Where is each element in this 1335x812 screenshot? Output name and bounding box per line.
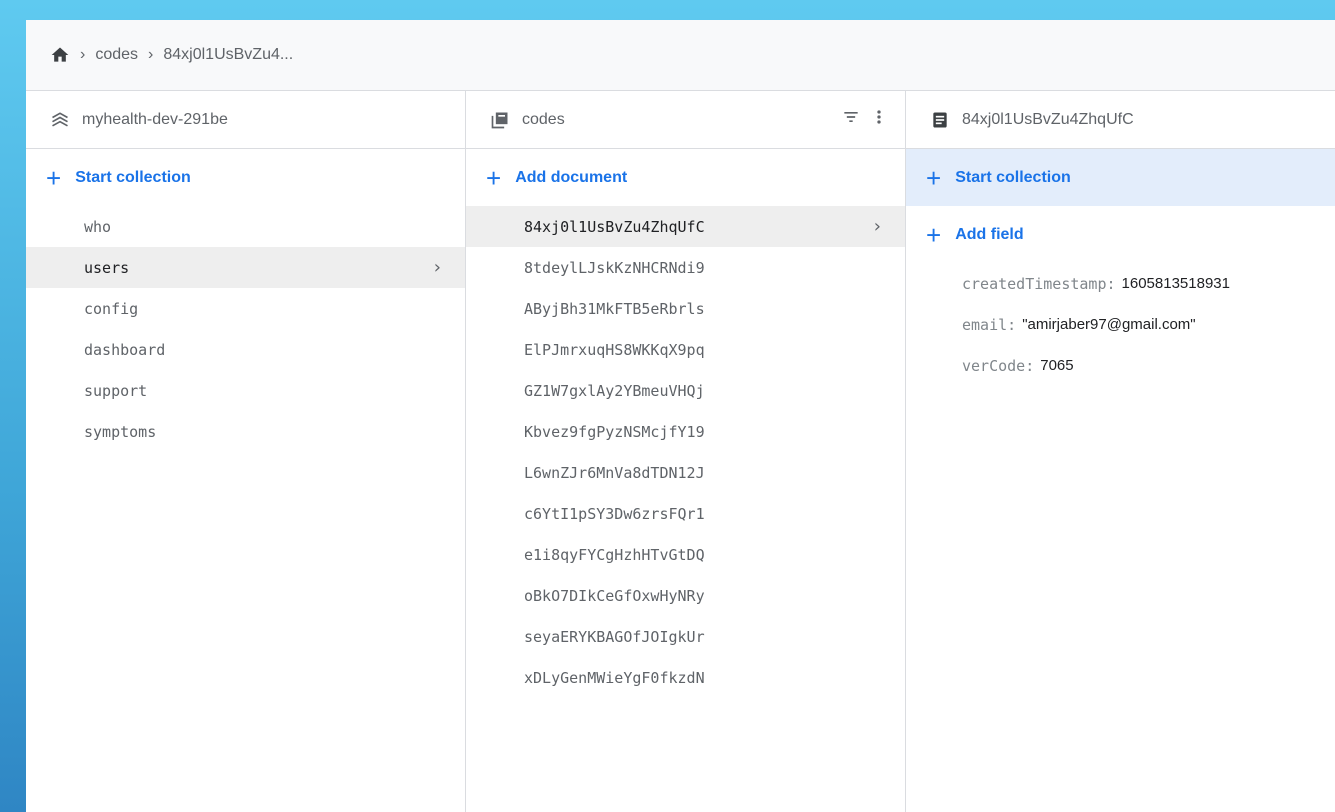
document-item[interactable]: Kbvez9fgPyzNSMcjfY19 <box>466 411 905 452</box>
more-vert-icon[interactable] <box>875 107 883 132</box>
collections-list: who users › config dashboard support sym… <box>26 206 465 452</box>
collection-name: codes <box>522 110 565 128</box>
document-item[interactable]: AByjBh31MkFTB5eRbrls <box>466 288 905 329</box>
plus-icon: + <box>486 162 502 193</box>
project-name: myhealth-dev-291be <box>82 110 228 128</box>
plus-icon: + <box>926 162 942 193</box>
field-value: 1605813518931 <box>1121 275 1230 292</box>
document-name: 84xj0l1UsBvZu4ZhqUfC <box>962 110 1134 128</box>
add-document-button[interactable]: + Add document <box>466 149 905 206</box>
root-collections-column: myhealth-dev-291be + Start collection wh… <box>26 91 466 812</box>
document-label: ElPJmrxuqHS8WKKqX9pq <box>524 340 705 359</box>
filter-icon[interactable] <box>841 107 861 132</box>
documents-list: 84xj0l1UsBvZu4ZhqUfC › 8tdeylLJskKzNHCRN… <box>466 206 905 698</box>
document-item[interactable]: L6wnZJr6MnVa8dTDN12J <box>466 452 905 493</box>
collection-item-users[interactable]: users › <box>26 247 465 288</box>
document-column: 84xj0l1UsBvZu4ZhqUfC + Start collection … <box>906 91 1335 812</box>
chevron-right-icon: › <box>148 46 154 63</box>
document-label: Kbvez9fgPyzNSMcjfY19 <box>524 422 705 441</box>
breadcrumb: › codes › 84xj0l1UsBvZu4... <box>26 20 1335 91</box>
fields-list: createdTimestamp: 1605813518931 email: "… <box>906 263 1335 386</box>
document-item[interactable]: oBkO7DIkCeGfOxwHyNRy <box>466 575 905 616</box>
collection-header: codes <box>466 91 905 149</box>
chevron-right-icon: › <box>80 46 86 63</box>
plus-icon: + <box>926 219 942 250</box>
database-icon <box>50 110 70 130</box>
collection-actions <box>841 107 883 132</box>
collection-label: users <box>84 258 130 277</box>
collection-label: dashboard <box>84 340 166 359</box>
start-collection-button[interactable]: + Start collection <box>26 149 465 206</box>
field-row[interactable]: email: "amirjaber97@gmail.com" <box>906 304 1335 345</box>
collection-label: config <box>84 299 139 318</box>
collection-icon <box>490 110 510 130</box>
collection-item-symptoms[interactable]: symptoms <box>26 411 465 452</box>
chevron-right-icon: › <box>433 257 441 278</box>
collection-label: symptoms <box>84 422 157 441</box>
document-label: 8tdeylLJskKzNHCRNdi9 <box>524 258 705 277</box>
document-item[interactable]: c6YtI1pSY3Dw6zrsFQr1 <box>466 493 905 534</box>
document-item[interactable]: ElPJmrxuqHS8WKKqX9pq <box>466 329 905 370</box>
add-field-label: Add field <box>955 225 1024 243</box>
document-icon <box>930 110 950 130</box>
document-label: c6YtI1pSY3Dw6zrsFQr1 <box>524 504 705 523</box>
document-item[interactable]: seyaERYKBAGOfJOIgkUr <box>466 616 905 657</box>
document-item[interactable]: 8tdeylLJskKzNHCRNdi9 <box>466 247 905 288</box>
field-key: createdTimestamp: <box>962 274 1116 293</box>
document-label: oBkO7DIkCeGfOxwHyNRy <box>524 586 705 605</box>
collection-item-config[interactable]: config <box>26 288 465 329</box>
collection-item-who[interactable]: who <box>26 206 465 247</box>
plus-icon: + <box>46 162 62 193</box>
start-collection-label: Start collection <box>955 168 1071 186</box>
field-key: email: <box>962 315 1017 334</box>
documents-column: codes + Add document 84xj0l1UsBvZu4ZhqUf… <box>466 91 906 812</box>
breadcrumb-item-codes[interactable]: codes <box>95 46 138 64</box>
document-item[interactable]: xDLyGenMWieYgF0fkzdN <box>466 657 905 698</box>
document-label: L6wnZJr6MnVa8dTDN12J <box>524 463 705 482</box>
firestore-panel: › codes › 84xj0l1UsBvZu4... myhealth-dev… <box>26 20 1335 812</box>
home-icon[interactable] <box>50 45 70 65</box>
document-label: 84xj0l1UsBvZu4ZhqUfC <box>524 217 705 236</box>
field-key: verCode: <box>962 356 1035 375</box>
document-label: seyaERYKBAGOfJOIgkUr <box>524 627 705 646</box>
document-header: 84xj0l1UsBvZu4ZhqUfC <box>906 91 1335 149</box>
document-label: AByjBh31MkFTB5eRbrls <box>524 299 705 318</box>
collection-label: support <box>84 381 148 400</box>
collection-item-dashboard[interactable]: dashboard <box>26 329 465 370</box>
start-collection-button[interactable]: + Start collection <box>906 149 1335 206</box>
project-header: myhealth-dev-291be <box>26 91 465 149</box>
document-label: xDLyGenMWieYgF0fkzdN <box>524 668 705 687</box>
breadcrumb-item-document[interactable]: 84xj0l1UsBvZu4... <box>163 46 293 64</box>
document-item[interactable]: 84xj0l1UsBvZu4ZhqUfC › <box>466 206 905 247</box>
document-item[interactable]: GZ1W7gxlAy2YBmeuVHQj <box>466 370 905 411</box>
document-label: GZ1W7gxlAy2YBmeuVHQj <box>524 381 705 400</box>
chevron-right-icon: › <box>873 216 881 237</box>
field-value: "amirjaber97@gmail.com" <box>1022 316 1196 333</box>
field-value: 7065 <box>1040 357 1074 374</box>
field-row[interactable]: verCode: 7065 <box>906 345 1335 386</box>
field-row[interactable]: createdTimestamp: 1605813518931 <box>906 263 1335 304</box>
document-item[interactable]: e1i8qyFYCgHzhHTvGtDQ <box>466 534 905 575</box>
collection-label: who <box>84 217 112 236</box>
document-label: e1i8qyFYCgHzhHTvGtDQ <box>524 545 705 564</box>
collection-item-support[interactable]: support <box>26 370 465 411</box>
start-collection-label: Start collection <box>75 168 191 186</box>
add-document-label: Add document <box>515 168 628 186</box>
add-field-button[interactable]: + Add field <box>906 206 1335 263</box>
